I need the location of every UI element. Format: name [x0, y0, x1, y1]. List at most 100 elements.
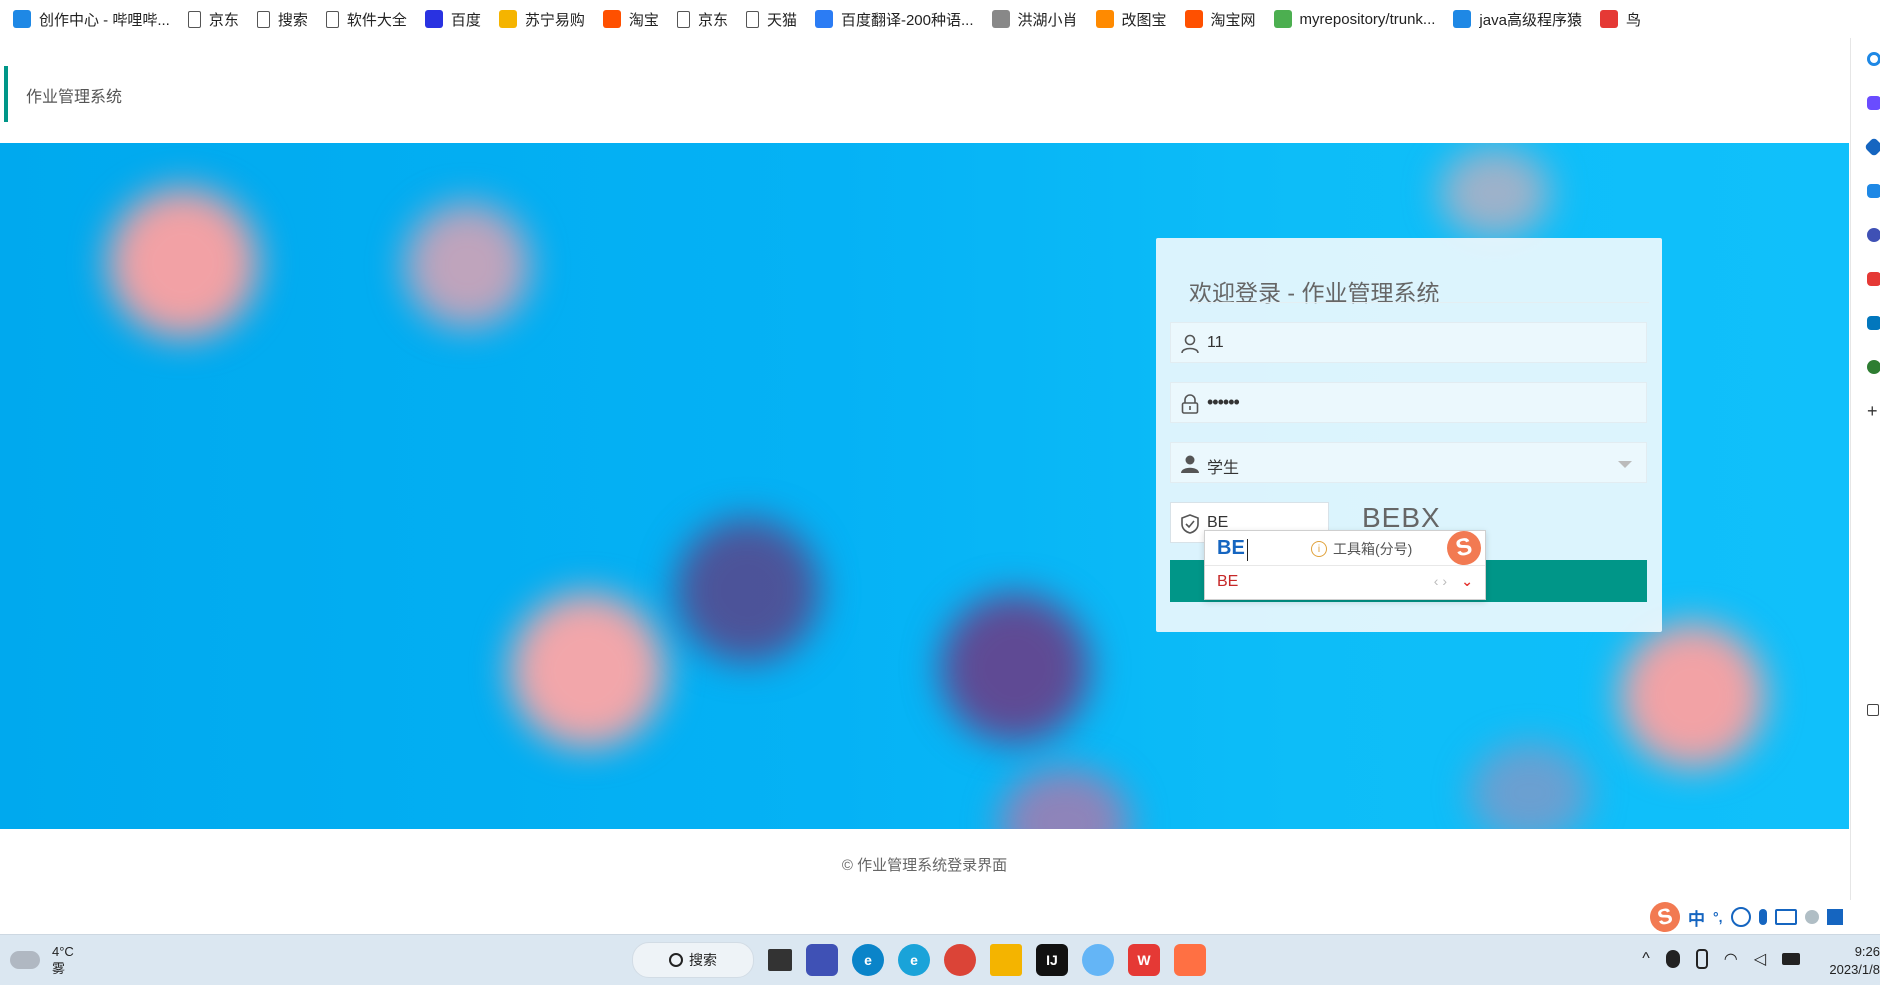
page-icon — [325, 10, 339, 28]
ime-mode-label[interactable]: 中 — [1688, 905, 1705, 930]
bookmark-item[interactable]: java高级程序猿 — [1444, 0, 1591, 38]
ime-punct-label[interactable]: °, — [1713, 909, 1723, 925]
windows-start-icon[interactable] — [588, 945, 618, 975]
office-icon[interactable] — [1867, 272, 1880, 286]
bookmark-item[interactable]: 京东 — [668, 0, 737, 38]
shield-icon — [1181, 514, 1199, 534]
app-title: 作业管理系统 — [26, 89, 123, 106]
bookmark-item[interactable]: 淘宝 — [594, 0, 668, 38]
bookmark-item[interactable]: 百度翻译-200种语... — [806, 0, 983, 38]
taskbar-search[interactable]: 搜索 — [632, 942, 754, 978]
heading-divider — [1189, 302, 1649, 303]
bokeh-decoration — [1440, 148, 1550, 238]
bookmark-item[interactable]: 京东 — [179, 0, 248, 38]
exit-icon[interactable] — [1867, 704, 1879, 716]
chevron-up-icon[interactable]: ^ — [1642, 950, 1650, 968]
weather-widget[interactable]: 4°C 雾 — [10, 943, 74, 977]
ime-expand-icon[interactable]: ⌄ — [1461, 573, 1473, 590]
add-icon[interactable]: + — [1867, 402, 1880, 420]
ime-candidate-popup[interactable]: BE i 工具箱(分号) S BE ‹ › ⌄ — [1204, 527, 1486, 600]
app-header: 作业管理系统 — [0, 42, 1850, 142]
bird-icon — [1599, 10, 1618, 28]
username-field[interactable]: 11 — [1170, 322, 1647, 363]
toolbox-icon[interactable] — [1867, 184, 1880, 198]
outlook-icon[interactable] — [1867, 316, 1880, 330]
user-icon[interactable] — [1804, 910, 1819, 924]
ime-divider — [1205, 565, 1485, 566]
bokeh-decoration — [675, 518, 820, 663]
page-icon — [676, 10, 690, 28]
suning-icon — [498, 10, 517, 28]
volume-icon[interactable]: ◁ — [1754, 949, 1766, 969]
ime-status-bar[interactable]: S 中 °, — [1647, 899, 1880, 935]
bookmark-label: 百度 — [450, 11, 481, 29]
bookmark-label: 鸟 — [1625, 11, 1641, 29]
bookmark-item[interactable]: 搜索 — [248, 0, 317, 38]
user-icon — [1181, 334, 1199, 354]
search-icon[interactable] — [1867, 52, 1880, 66]
bookmark-item[interactable]: 苏宁易购 — [490, 0, 594, 38]
bookmark-item[interactable]: 鸟 — [1591, 0, 1650, 38]
ie-icon[interactable]: e — [898, 944, 930, 976]
system-tray: ^ ◠ ◁ — [1642, 949, 1800, 969]
clock-date: 2023/1/8 — [1829, 962, 1880, 977]
person-icon — [1181, 455, 1199, 473]
bookmark-item[interactable]: 创作中心 - 哔哩哔... — [4, 0, 179, 38]
ime-candidate[interactable]: BE — [1217, 573, 1238, 591]
chrome-icon[interactable] — [944, 944, 976, 976]
edge-icon[interactable]: e — [852, 944, 884, 976]
bilibili-icon — [13, 10, 31, 28]
ime-composition: BE — [1217, 537, 1245, 559]
qq-icon[interactable] — [1665, 950, 1680, 968]
baidu-translate-icon — [814, 10, 833, 28]
intellij-icon[interactable]: IJ — [1036, 944, 1068, 976]
ime-page-nav[interactable]: ‹ › — [1434, 573, 1447, 589]
task-view-icon[interactable] — [768, 949, 792, 971]
microphone-icon[interactable] — [1758, 909, 1767, 925]
emoji-icon[interactable] — [1730, 907, 1751, 927]
sogou-logo-icon: S — [1443, 527, 1485, 569]
shopping-icon[interactable] — [1864, 137, 1880, 157]
role-select[interactable]: 学生 — [1170, 442, 1647, 483]
bookmark-label: myrepository/trunk... — [1299, 10, 1436, 28]
copyright-text: © 作业管理系统登录界面 — [841, 857, 1008, 874]
person-icon[interactable] — [1867, 228, 1880, 242]
battery-icon[interactable] — [1782, 953, 1800, 965]
file-explorer-icon[interactable] — [990, 944, 1022, 976]
bokeh-decoration — [1000, 768, 1130, 829]
bookmark-label: 淘宝 — [628, 11, 659, 29]
username-value: 11 — [1207, 334, 1224, 351]
bookmark-item[interactable]: 改图宝 — [1087, 0, 1176, 38]
skin-icon[interactable] — [1826, 909, 1843, 925]
wps-icon[interactable]: W — [1128, 944, 1160, 976]
keyboard-icon[interactable] — [1774, 909, 1797, 925]
wifi-icon[interactable]: ◠ — [1724, 949, 1738, 969]
bookmark-label: java高级程序猿 — [1479, 11, 1582, 29]
page-icon — [745, 10, 759, 28]
remote-desktop-icon[interactable] — [806, 944, 838, 976]
gaitubao-icon — [1095, 10, 1114, 28]
sogou-logo-icon: S — [1647, 899, 1683, 935]
bookmark-item[interactable]: 软件大全 — [317, 0, 416, 38]
clock-time: 9:26 — [1854, 944, 1880, 959]
bookmark-label: 百度翻译-200种语... — [840, 11, 974, 29]
bookmarks-bar: 创作中心 - 哔哩哔... 京东 搜索 软件大全 百度 苏宁易购 淘宝 京东 天猫 百度翻译-20… — [0, 0, 1850, 38]
bookmark-item[interactable]: 淘宝网 — [1176, 0, 1265, 38]
temperature: 4°C — [52, 944, 74, 959]
bookmark-item[interactable]: 洪湖小肖 — [983, 0, 1087, 38]
bookmark-item[interactable]: 百度 — [416, 0, 490, 38]
password-field[interactable]: •••••• — [1170, 382, 1647, 423]
bookmark-item[interactable]: myrepository/trunk... — [1265, 0, 1445, 38]
slides-icon[interactable] — [1174, 944, 1206, 976]
bookmark-label: 软件大全 — [346, 11, 407, 29]
bilibili-icon — [1453, 10, 1472, 28]
microphone-icon[interactable] — [1695, 949, 1708, 969]
system-clock[interactable]: 9:26 2023/1/8 — [1802, 943, 1880, 979]
text-cursor — [1247, 539, 1248, 561]
tree-icon[interactable] — [1867, 360, 1880, 374]
ime-toolbox-button[interactable]: i 工具箱(分号) — [1311, 539, 1412, 559]
app-icon[interactable] — [1082, 944, 1114, 976]
bookmark-item[interactable]: 天猫 — [737, 0, 806, 38]
taskbar-apps: 搜索 e e IJ W — [588, 935, 1206, 985]
copilot-icon[interactable] — [1867, 96, 1880, 110]
